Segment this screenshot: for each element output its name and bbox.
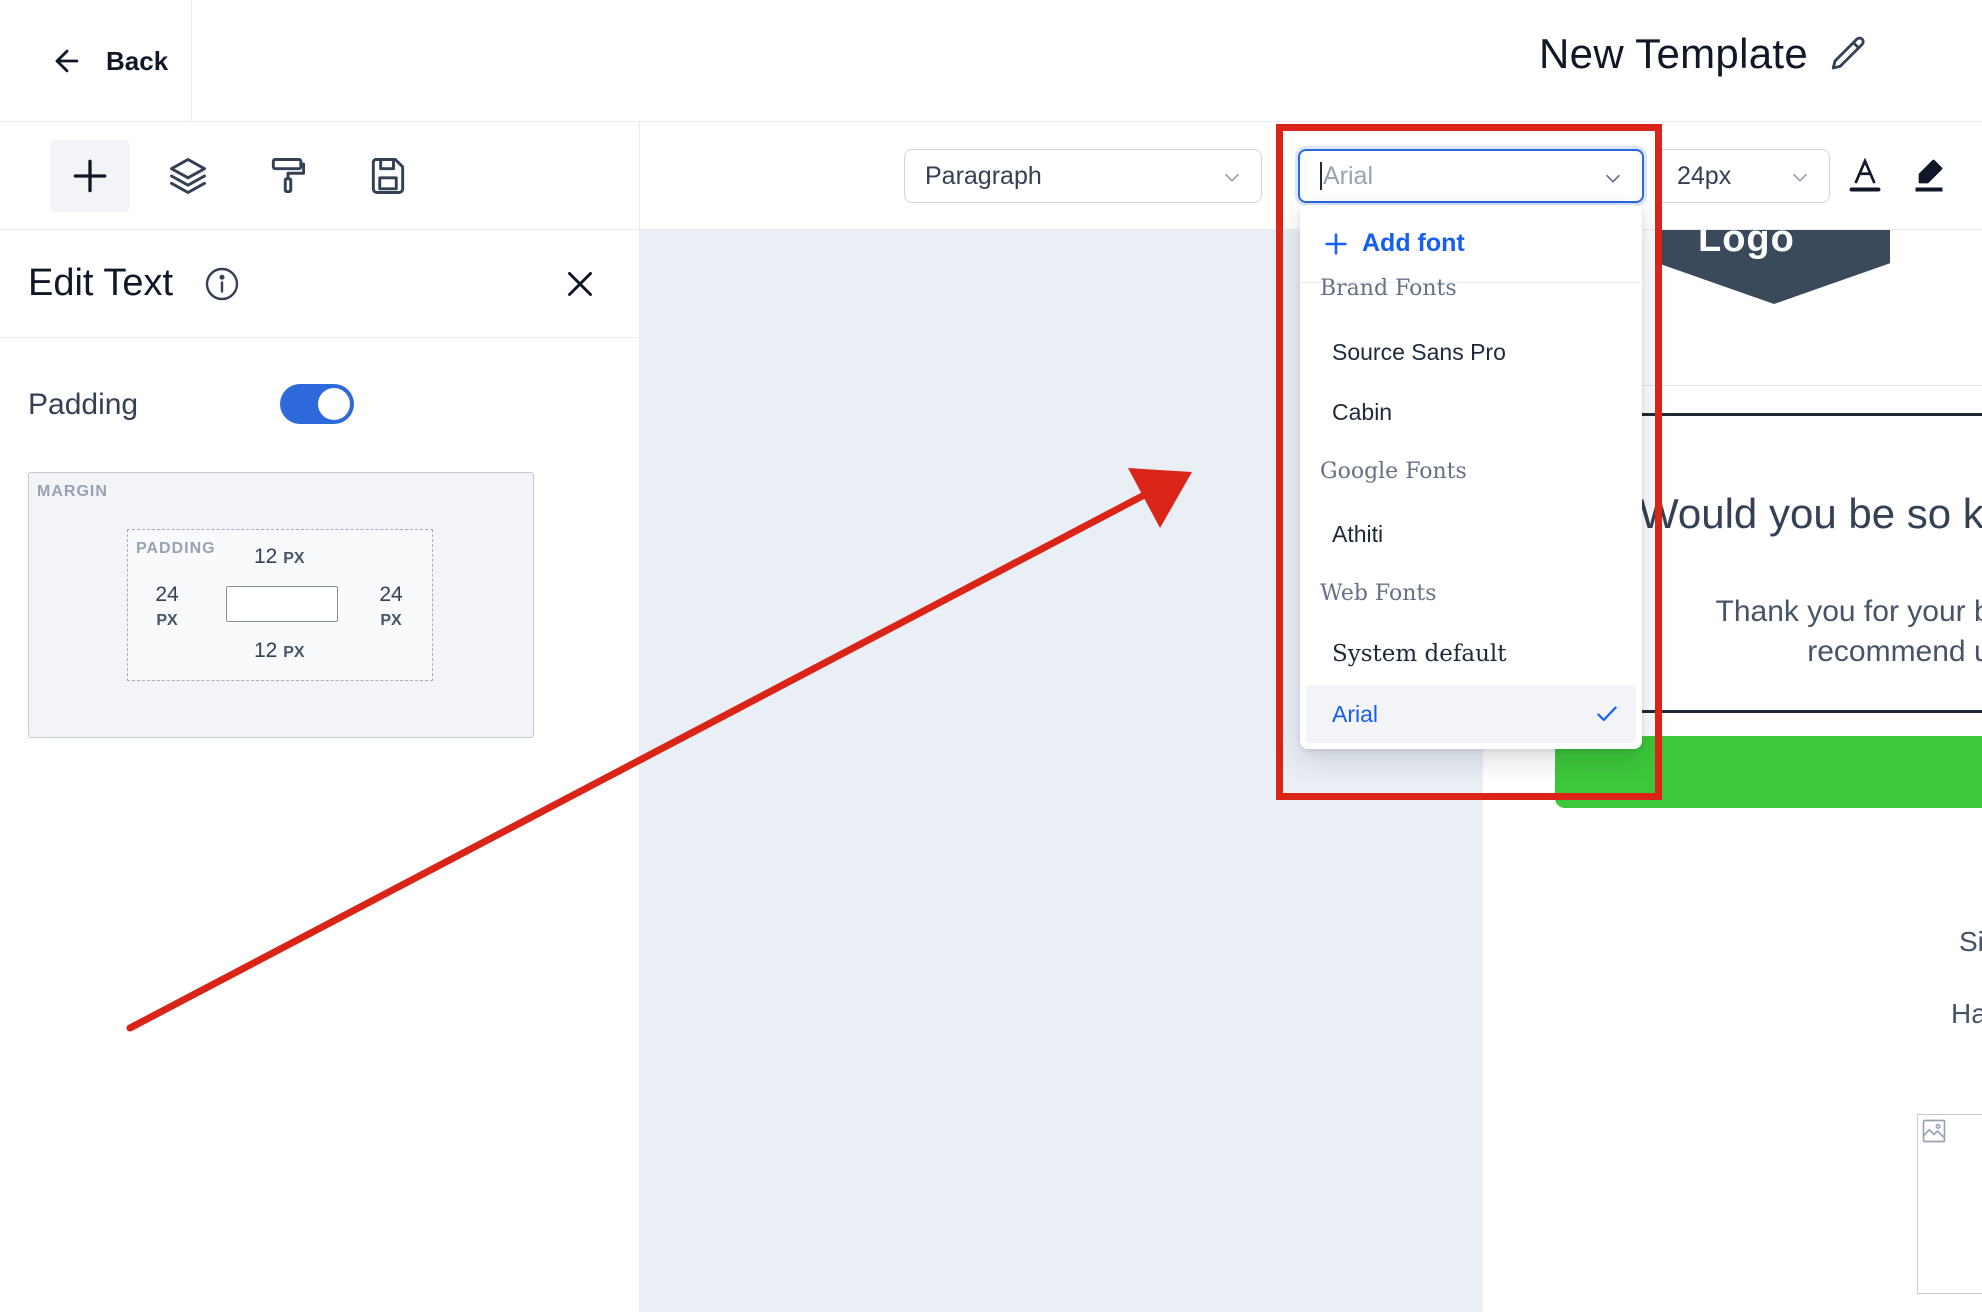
padding-toggle[interactable]: [280, 384, 354, 424]
panel-header: Edit Text: [0, 230, 639, 338]
chevron-down-icon: [1224, 173, 1240, 182]
back-button[interactable]: Back: [0, 0, 192, 122]
padding-bottom-value[interactable]: 12 PX: [254, 638, 305, 666]
margin-box: MARGIN PADDING 12 PX 24 PX 24 PX 12 PX: [28, 472, 534, 738]
font-option-arial[interactable]: Arial: [1306, 685, 1636, 743]
group-web-fonts: Web Fonts: [1320, 581, 1437, 606]
toggle-knob: [318, 388, 350, 420]
font-dropdown-menu: Add font Brand Fonts Source Sans Pro Cab…: [1300, 205, 1642, 749]
padding-box: PADDING 12 PX 24 PX 24 PX 12 PX: [127, 529, 433, 681]
group-brand-fonts: Brand Fonts: [1320, 276, 1457, 301]
font-option-athiti[interactable]: Athiti: [1306, 505, 1636, 563]
block-type-select[interactable]: Paragraph: [904, 149, 1262, 203]
padding-left-value[interactable]: 24 PX: [152, 582, 182, 634]
text-color-icon: [1849, 157, 1881, 192]
close-icon[interactable]: [562, 266, 598, 302]
arrow-left-icon: [55, 49, 79, 73]
padding-caption: PADDING: [136, 540, 216, 557]
checkmark-icon: [1597, 706, 1617, 722]
paint-roller-icon: [271, 158, 306, 194]
text-color-button[interactable]: [1845, 154, 1885, 198]
add-font-button[interactable]: Add font: [1300, 205, 1642, 283]
add-font-label: Add font: [1362, 229, 1465, 257]
styles-button[interactable]: [248, 140, 328, 212]
edit-text-panel: Edit Text Padding MARGIN PADDING 12 PX 2…: [0, 230, 640, 1312]
back-label: Back: [106, 45, 169, 76]
block-type-value: Paragraph: [925, 161, 1042, 190]
chevron-down-icon: [1792, 173, 1808, 182]
signature-name: Ha: [1951, 998, 1982, 1029]
panel-title: Edit Text: [28, 262, 174, 304]
pencil-icon[interactable]: [1828, 33, 1870, 75]
text-caret: [1320, 162, 1322, 190]
margin-caption: MARGIN: [37, 483, 108, 500]
font-option-system-default[interactable]: System default: [1306, 625, 1636, 683]
broken-image[interactable]: [1917, 1114, 1982, 1294]
page-title: New Template: [1539, 30, 1808, 77]
title-area: New Template: [1539, 30, 1870, 78]
top-header: Back New Template: [0, 0, 1982, 122]
font-option-source-sans-pro[interactable]: Source Sans Pro: [1306, 323, 1636, 381]
padding-label: Padding: [28, 388, 139, 421]
save-button[interactable]: [348, 140, 428, 212]
add-block-button[interactable]: [50, 140, 130, 212]
font-family-input[interactable]: Arial: [1298, 149, 1644, 203]
save-icon: [371, 158, 405, 194]
padding-top-value[interactable]: 12 PX: [254, 544, 305, 572]
padding-right-value[interactable]: 24 PX: [376, 582, 406, 634]
font-input-placeholder: Arial: [1323, 161, 1374, 190]
plus-icon: [73, 159, 107, 193]
tool-group: [0, 122, 640, 230]
highlighter-icon: [1915, 159, 1943, 192]
signature-text: Si: [1959, 926, 1982, 957]
logo-text: Logo: [1698, 230, 1795, 260]
font-option-cabin[interactable]: Cabin: [1306, 383, 1636, 441]
review-body: Thank you for your busir recommend us to: [1715, 595, 1982, 668]
broken-image-icon: [1922, 1119, 1946, 1143]
info-icon[interactable]: [204, 266, 240, 302]
highlight-color-button[interactable]: [1909, 154, 1949, 198]
editor-toolbar: Paragraph Arial 24px: [0, 122, 1982, 230]
chevron-down-icon: [1605, 174, 1621, 183]
group-google-fonts: Google Fonts: [1320, 459, 1467, 484]
plus-icon: [1325, 232, 1347, 255]
content-area: [226, 586, 338, 622]
font-size-value: 24px: [1677, 161, 1732, 190]
layers-button[interactable]: [148, 140, 228, 212]
review-heading: Would you be so k: [1639, 490, 1982, 537]
layers-icon: [170, 158, 206, 194]
font-size-select[interactable]: 24px: [1656, 149, 1830, 203]
